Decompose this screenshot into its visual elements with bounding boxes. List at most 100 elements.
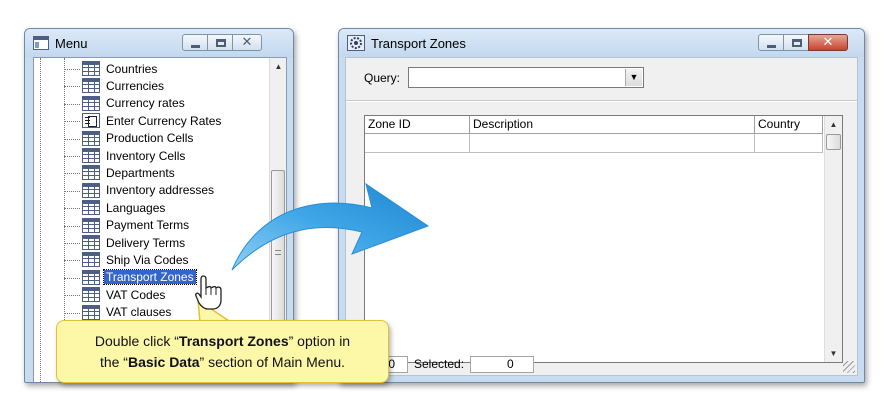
tree-item-label: Production Cells — [106, 131, 194, 146]
callout-line1-suffix: ” option in — [288, 333, 351, 349]
table-icon — [82, 148, 100, 163]
column-header-country[interactable]: Country — [755, 116, 823, 134]
tree-item[interactable]: Currency rates — [82, 95, 187, 112]
tree-item[interactable]: Inventory addresses — [82, 182, 216, 199]
transport-caption-buttons: ✕ — [758, 34, 848, 51]
tree-item-label: Payment Terms — [106, 218, 190, 233]
tree-connector — [64, 312, 80, 314]
zones-grid[interactable]: Zone ID Description Country ▲ ▼ — [364, 115, 843, 363]
table-icon — [82, 269, 100, 285]
cell-zone-id[interactable] — [365, 134, 470, 153]
tree-item[interactable]: VAT clauses — [82, 304, 173, 321]
transport-zones-window: Transport Zones ✕ Query: ▼ Zone ID Descr… — [338, 28, 865, 383]
table-icon — [82, 61, 100, 76]
scroll-thumb[interactable] — [271, 170, 285, 334]
tree-item-label: VAT Codes — [106, 287, 166, 302]
tree-item-label: Currencies — [106, 78, 165, 93]
table-icon — [82, 252, 100, 268]
dropdown-arrow-icon[interactable]: ▼ — [625, 69, 642, 86]
tree-connector — [64, 277, 80, 279]
grid-vertical-scrollbar[interactable]: ▲ ▼ — [824, 116, 842, 362]
tree-item[interactable]: Payment Terms — [82, 217, 191, 234]
tree-connector — [64, 86, 80, 88]
tree-item[interactable]: Ship Via Codes — [82, 251, 191, 268]
callout-line1-bold: Transport Zones — [178, 333, 289, 349]
tree-connector — [64, 69, 80, 70]
tree-connector — [64, 243, 80, 244]
table-icon — [82, 287, 100, 303]
transport-zones-title: Transport Zones — [371, 36, 466, 51]
column-header-zone-id[interactable]: Zone ID — [365, 116, 470, 134]
tree-guide-line — [40, 58, 41, 382]
tree-connector — [64, 208, 80, 210]
cell-country[interactable] — [755, 134, 823, 153]
divider — [346, 100, 857, 102]
tree-item-label: Ship Via Codes — [106, 252, 189, 267]
tree-item-label: Countries — [106, 61, 158, 76]
minimize-button[interactable] — [758, 34, 784, 51]
callout-text: Double click “Transport Zones” option in… — [57, 331, 388, 373]
close-icon: ✕ — [822, 34, 834, 49]
status-bar: 0 Selected: 0 — [342, 353, 857, 375]
thumb-grip-icon — [275, 250, 281, 255]
close-button[interactable]: ✕ — [808, 34, 848, 51]
tree-connector — [64, 260, 80, 262]
menu-titlebar[interactable]: Menu ✕ — [25, 29, 293, 57]
table-icon — [82, 165, 100, 181]
table-icon — [82, 235, 100, 250]
tree-item[interactable]: Currencies — [82, 77, 166, 94]
instruction-callout: Double click “Transport Zones” option in… — [56, 320, 389, 383]
query-select[interactable]: ▼ — [408, 67, 644, 88]
maximize-button[interactable] — [207, 34, 233, 51]
tree-item[interactable]: Countries — [82, 60, 159, 77]
minimize-button[interactable] — [182, 34, 208, 51]
callout-line2-bold: Basic Data — [127, 354, 200, 370]
transport-zones-titlebar[interactable]: Transport Zones ✕ — [339, 29, 864, 57]
close-icon: ✕ — [241, 34, 253, 49]
grid-header: Zone ID Description Country — [365, 116, 823, 134]
tree-connector — [64, 121, 80, 123]
table-icon — [82, 130, 100, 146]
minimize-icon — [767, 45, 776, 48]
tree-connector — [64, 225, 80, 227]
gear-table-icon — [347, 35, 365, 51]
table-row[interactable] — [365, 134, 823, 153]
tree-item[interactable]: Enter Currency Rates — [82, 112, 223, 129]
minimize-icon — [191, 45, 200, 48]
tree-item[interactable]: Departments — [82, 164, 177, 181]
tree-item[interactable]: VAT Codes — [82, 286, 167, 303]
selected-label: Selected: — [414, 357, 465, 371]
scroll-thumb[interactable] — [826, 134, 841, 150]
form-icon — [82, 113, 100, 129]
tree-item-label: Delivery Terms — [106, 235, 186, 250]
maximize-button[interactable] — [783, 34, 809, 51]
scroll-up-icon[interactable]: ▲ — [270, 58, 287, 75]
tree-item[interactable]: Production Cells — [82, 130, 195, 147]
table-icon — [82, 182, 100, 198]
tree-item[interactable]: Delivery Terms — [82, 234, 187, 251]
tree-item[interactable]: Transport Zones — [82, 269, 197, 286]
query-label: Query: — [364, 71, 401, 85]
tree-item[interactable]: Inventory Cells — [82, 147, 187, 164]
cell-description[interactable] — [470, 134, 755, 153]
tree-item-label: Transport Zones — [103, 269, 197, 286]
maximize-icon — [216, 39, 226, 47]
tree-item[interactable]: Languages — [82, 199, 167, 216]
transport-zones-body: Query: ▼ Zone ID Description Country ▲ ▼… — [342, 57, 858, 376]
tree-connector — [64, 138, 80, 140]
callout-line2-prefix: the “ — [99, 354, 128, 370]
scroll-up-icon[interactable]: ▲ — [825, 116, 842, 133]
menu-window-icon — [33, 36, 49, 50]
column-header-description[interactable]: Description — [470, 116, 755, 134]
tree-connector — [64, 156, 80, 157]
table-icon — [82, 95, 100, 111]
tree-item-label: Languages — [106, 200, 166, 215]
tree-item-label: Currency rates — [106, 96, 185, 111]
table-icon — [82, 217, 100, 233]
tree-connector — [64, 190, 80, 192]
maximize-icon — [792, 39, 802, 47]
close-button[interactable]: ✕ — [232, 34, 262, 51]
callout-line1-prefix: Double click “ — [94, 333, 179, 349]
resize-grip-icon[interactable] — [843, 361, 855, 373]
tree-connector — [64, 295, 80, 297]
